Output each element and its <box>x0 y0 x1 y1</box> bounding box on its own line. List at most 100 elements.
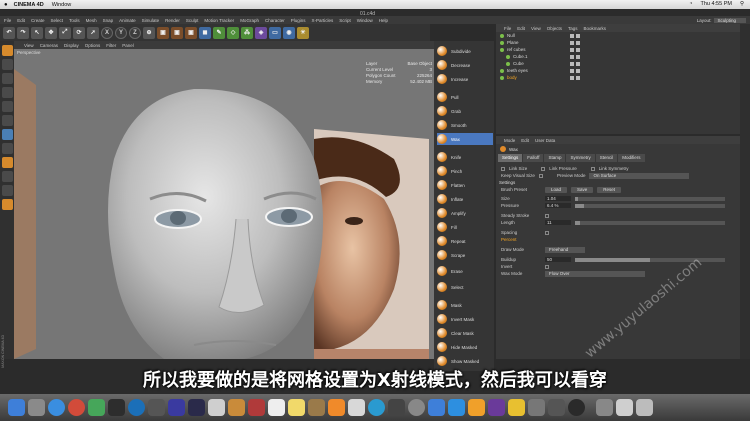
y-axis-toggle[interactable]: Y <box>115 26 127 39</box>
brush-flatten[interactable]: Flatten <box>437 179 493 191</box>
pen-icon[interactable]: ✎ <box>213 26 225 39</box>
brush-fill[interactable]: Fill <box>437 221 493 233</box>
tag-icon[interactable] <box>576 54 580 59</box>
main-menu-item[interactable]: Mesh <box>86 18 97 23</box>
main-menu-item[interactable]: Tools <box>69 18 80 23</box>
drive-icon[interactable] <box>88 399 105 416</box>
z-axis-toggle[interactable]: Z <box>129 26 141 39</box>
object-row[interactable]: Cube.1 <box>496 53 740 60</box>
steady-stroke-checkbox[interactable] <box>545 213 549 218</box>
main-menu-item[interactable]: Character <box>265 18 285 23</box>
attribute-manager-menu-item[interactable]: User Data <box>535 138 555 143</box>
load-button[interactable]: Load <box>545 186 568 193</box>
tag-icon[interactable] <box>570 61 574 66</box>
tag-icon[interactable] <box>570 33 574 38</box>
object-manager-menu-item[interactable]: File <box>504 26 511 31</box>
main-menu-item[interactable]: Window <box>357 18 373 23</box>
tag-icon[interactable] <box>576 75 580 80</box>
camera-icon[interactable]: ◉ <box>283 26 295 39</box>
camera-app-icon[interactable] <box>568 399 585 416</box>
attribute-manager-menu-item[interactable]: Edit <box>521 138 529 143</box>
size-field[interactable]: 1.04 <box>545 196 571 201</box>
downloads-icon[interactable] <box>596 399 613 416</box>
wifi-icon[interactable]: ◔ <box>689 1 692 7</box>
tag-icon[interactable] <box>570 68 574 73</box>
vlc-icon[interactable] <box>328 399 345 416</box>
viewport-menu-item[interactable]: Filter <box>106 43 116 48</box>
keep-visual-size-checkbox[interactable] <box>538 173 543 178</box>
tag-icon[interactable] <box>570 54 574 59</box>
tab-settings[interactable]: Settings <box>498 154 523 162</box>
make-editable-icon[interactable] <box>1 45 13 56</box>
app-menu[interactable]: CINEMA 4D <box>14 2 44 8</box>
brush-grab[interactable]: Grab <box>437 105 493 117</box>
trash-icon[interactable] <box>636 399 653 416</box>
layout-selector[interactable]: Layout: Sculpting <box>697 16 746 24</box>
main-menu-item[interactable]: Motion Tracker <box>204 18 234 23</box>
object-row[interactable]: ref cubes <box>496 46 740 53</box>
brush-erase[interactable]: Erase <box>437 265 493 277</box>
array-icon[interactable]: ⁂ <box>241 26 253 39</box>
coord-system-icon[interactable]: ⊕ <box>143 26 155 39</box>
contacts-icon[interactable] <box>308 399 325 416</box>
brush-repeat[interactable]: Repeat <box>437 235 493 247</box>
link-symmetry-checkbox[interactable] <box>590 166 595 171</box>
main-menu-item[interactable]: Plugins <box>291 18 306 23</box>
chrome-icon[interactable] <box>68 399 85 416</box>
rotate-icon[interactable]: ⟳ <box>73 26 85 39</box>
brush-pull[interactable]: Pull <box>437 91 493 103</box>
object-manager-menu-item[interactable]: Objects <box>547 26 562 31</box>
edges-mode-icon[interactable] <box>1 115 13 126</box>
clock[interactable]: Thu 4:55 PM <box>700 1 732 7</box>
render-settings-icon[interactable]: ▣ <box>185 26 197 39</box>
viewport-menu-item[interactable]: Cameras <box>40 43 58 48</box>
menu-window[interactable]: Window <box>52 2 72 8</box>
radiation-icon[interactable] <box>508 399 525 416</box>
launchpad-icon[interactable] <box>28 399 45 416</box>
undo-icon[interactable]: ↶ <box>3 26 15 39</box>
terminal-icon[interactable] <box>548 399 565 416</box>
object-manager-menu-item[interactable]: Tags <box>568 26 578 31</box>
photoshop-icon[interactable] <box>188 399 205 416</box>
move-icon[interactable]: ✥ <box>45 26 57 39</box>
object-row[interactable]: teeth eyes <box>496 67 740 74</box>
subdivision-icon[interactable]: ◇ <box>227 26 239 39</box>
monitor-icon[interactable] <box>168 399 185 416</box>
tag-icon[interactable] <box>570 40 574 45</box>
render-picture-icon[interactable]: ▣ <box>171 26 183 39</box>
unity-icon[interactable] <box>108 399 125 416</box>
brush-inflate[interactable]: Inflate <box>437 193 493 205</box>
finder-icon[interactable] <box>8 399 25 416</box>
notes-icon[interactable] <box>288 399 305 416</box>
reset-button[interactable]: Reset <box>597 186 622 193</box>
invert-checkbox[interactable] <box>545 264 549 269</box>
main-menu-item[interactable]: Select <box>51 18 64 23</box>
tab-falloff[interactable]: Falloff <box>523 154 544 162</box>
app-store-blue-icon[interactable] <box>428 399 445 416</box>
attribute-manager-menu-item[interactable]: Mode <box>504 138 515 143</box>
brush-subdivide[interactable]: Subdivide <box>437 45 493 57</box>
model-mode-icon[interactable] <box>1 59 13 70</box>
wax-mode-dropdown[interactable]: Flow Over <box>545 270 645 277</box>
x-axis-toggle[interactable]: X <box>101 26 113 39</box>
documents-icon[interactable] <box>616 399 633 416</box>
brush-clear-mask[interactable]: Clear Mask <box>437 327 493 339</box>
brush-amplify[interactable]: Amplify <box>437 207 493 219</box>
brush-wax[interactable]: Wax <box>437 133 493 145</box>
system-prefs-icon[interactable] <box>528 399 545 416</box>
brush-mask[interactable]: Mask <box>437 299 493 311</box>
tag-icon[interactable] <box>576 47 580 52</box>
brush-smooth[interactable]: Smooth <box>437 119 493 131</box>
main-menu-item[interactable]: Create <box>31 18 45 23</box>
main-menu-item[interactable]: Edit <box>17 18 25 23</box>
pressure-slider[interactable] <box>575 203 725 208</box>
main-menu-item[interactable]: MoGraph <box>240 18 259 23</box>
disk-utility-icon[interactable] <box>408 399 425 416</box>
brush-select[interactable]: Select <box>437 281 493 293</box>
textedit-icon[interactable] <box>348 399 365 416</box>
apple-icon[interactable]: ● <box>4 2 8 8</box>
tag-icon[interactable] <box>576 40 580 45</box>
cinema4d-icon[interactable] <box>128 399 145 416</box>
viewport-menu-item[interactable]: View <box>24 43 34 48</box>
axis-mode-icon[interactable] <box>1 143 13 154</box>
